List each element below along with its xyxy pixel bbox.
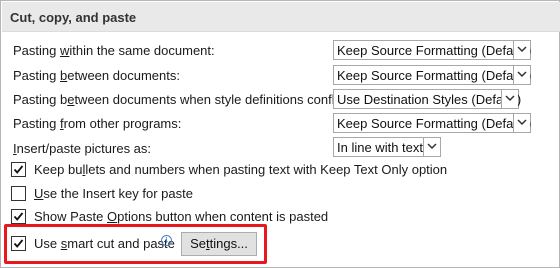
checkbox-checked[interactable] bbox=[11, 209, 26, 224]
paste-within-document-select[interactable]: Keep Source Formatting (Default) bbox=[333, 40, 531, 60]
keep-bullets-label: Keep bullets and numbers when pasting te… bbox=[34, 162, 448, 177]
checkbox-checked[interactable] bbox=[11, 162, 26, 177]
paste-within-document-label: Pasting within the same document: bbox=[13, 43, 215, 58]
checkbox-unchecked[interactable] bbox=[11, 186, 26, 201]
highlight-box bbox=[4, 224, 267, 264]
insert-pictures-select[interactable]: In line with text bbox=[333, 137, 441, 157]
chevron-down-icon[interactable] bbox=[513, 66, 530, 84]
section-title: Cut, copy, and paste bbox=[10, 10, 137, 25]
paste-other-programs-select[interactable]: Keep Source Formatting (Default) bbox=[333, 113, 531, 133]
insert-pictures-label: Insert/paste pictures as: bbox=[13, 141, 152, 156]
select-value: Keep Source Formatting (Default) bbox=[337, 116, 532, 131]
section-header: Cut, copy, and paste bbox=[2, 2, 560, 32]
select-value: Keep Source Formatting (Default) bbox=[337, 43, 532, 58]
paste-options-button-label: Show Paste Options button when content i… bbox=[34, 209, 329, 224]
options-panel: Cut, copy, and paste Pasting within the … bbox=[0, 0, 560, 268]
select-value: Use Destination Styles (Default) bbox=[337, 92, 522, 107]
chevron-down-icon[interactable] bbox=[513, 114, 530, 132]
select-value: In line with text bbox=[337, 140, 423, 155]
chevron-down-icon[interactable] bbox=[423, 138, 440, 156]
paste-style-conflict-select[interactable]: Use Destination Styles (Default) bbox=[333, 89, 522, 109]
paste-style-conflict-label: Pasting between documents when style def… bbox=[13, 92, 352, 107]
paste-other-programs-label: Pasting from other programs: bbox=[13, 116, 182, 131]
paste-between-documents-select[interactable]: Keep Source Formatting (Default) bbox=[333, 65, 531, 85]
select-value: Keep Source Formatting (Default) bbox=[337, 68, 532, 83]
insert-key-paste-label: Use the Insert key for paste bbox=[34, 186, 193, 201]
chevron-down-icon[interactable] bbox=[513, 41, 530, 59]
paste-between-documents-label: Pasting between documents: bbox=[13, 68, 180, 83]
chevron-down-icon[interactable] bbox=[501, 90, 518, 108]
